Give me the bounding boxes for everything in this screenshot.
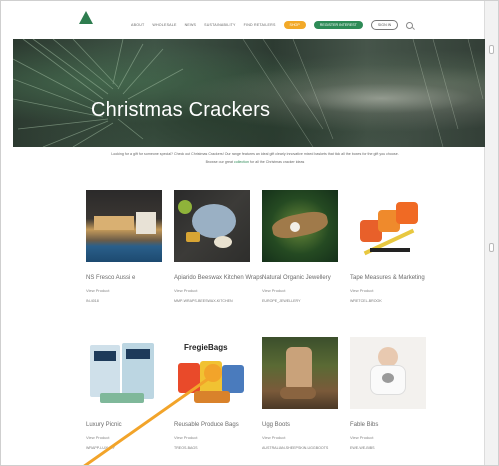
- product-image-tape-measures[interactable]: [350, 190, 426, 262]
- product-title[interactable]: NS Fresco Aussi e: [86, 275, 162, 282]
- product-tag[interactable]: View Product: [86, 288, 162, 293]
- product-title[interactable]: Tape Measures & Marketing: [350, 275, 426, 282]
- product-card[interactable]: NS Fresco Aussi e View Product IN-4018: [86, 190, 162, 303]
- product-card[interactable]: Natural Organic Jewellery View Product E…: [262, 190, 338, 303]
- product-ref: WRETCEL-BROOK: [350, 299, 382, 303]
- product-title[interactable]: Natural Organic Jewellery: [262, 275, 338, 282]
- product-ref: MMP-WRAPS-BEESWAX-KITCHEN: [174, 299, 233, 303]
- product-title[interactable]: Reusable Produce Bags: [174, 422, 250, 429]
- product-tag[interactable]: View Product: [262, 288, 338, 293]
- intro-line-2-start: Browse our great: [205, 160, 234, 164]
- pine-needles-image: [13, 39, 484, 147]
- brand-tree-logo[interactable]: [79, 11, 93, 24]
- browser-page: About Wholesale News Sustainability Find…: [0, 0, 499, 466]
- product-title[interactable]: Ugg Boots: [262, 422, 338, 429]
- register-interest-button[interactable]: Register Interest: [313, 21, 363, 29]
- nav-find-retailers[interactable]: Find Retailers: [244, 23, 276, 27]
- scroll-handle[interactable]: [489, 45, 494, 54]
- hero-banner: Christmas Crackers: [13, 39, 485, 147]
- scroll-handle[interactable]: [489, 243, 494, 252]
- nav-news[interactable]: News: [185, 23, 197, 27]
- page-title: Christmas Crackers: [91, 99, 271, 121]
- product-card[interactable]: Ugg Boots View Product AUSTRALIAN-SHEEPS…: [262, 337, 338, 450]
- product-title[interactable]: Fable Bibs: [350, 422, 426, 429]
- sign-in-button[interactable]: Sign In: [370, 20, 399, 30]
- product-tag[interactable]: View Product: [174, 435, 250, 440]
- top-nav: About Wholesale News Sustainability Find…: [131, 20, 414, 30]
- nav-sustainability[interactable]: Sustainability: [204, 23, 236, 27]
- product-tag[interactable]: View Product: [86, 435, 162, 440]
- product-image-ugg-boots[interactable]: [262, 337, 338, 409]
- search-icon[interactable]: [406, 21, 414, 29]
- product-image-produce-bags[interactable]: FregieBags: [174, 337, 250, 409]
- product-card[interactable]: Tape Measures & Marketing View Product W…: [350, 190, 426, 303]
- product-image-organic-jewellery[interactable]: [262, 190, 338, 262]
- product-image-luxury-picnic[interactable]: [86, 337, 162, 409]
- nav-about[interactable]: About: [131, 23, 144, 27]
- product-ref: EUROPE_JEWELLERY: [262, 299, 301, 303]
- product-ref: IN-4018: [86, 299, 99, 303]
- product-tag[interactable]: View Product: [174, 288, 250, 293]
- product-tag[interactable]: View Product: [350, 288, 426, 293]
- product-card[interactable]: Apiarido Beeswax Kitchen Wraps View Prod…: [174, 190, 263, 303]
- product-ref: WRAPP-LUXURY: [86, 446, 115, 450]
- product-title[interactable]: Apiarido Beeswax Kitchen Wraps: [174, 275, 263, 282]
- fregiebags-logo-text: FregieBags: [184, 343, 228, 352]
- collection-link[interactable]: collection: [234, 160, 249, 164]
- nav-wholesale[interactable]: Wholesale: [152, 23, 176, 27]
- product-card[interactable]: Luxury Picnic View Product WRAPP-LUXURY: [86, 337, 162, 450]
- product-ref: AUSTRALIAN-SHEEPSKIN-UGGBOOTS: [262, 446, 329, 450]
- shop-button[interactable]: Shop: [283, 21, 306, 29]
- product-ref: TREOS-BAGS: [174, 446, 198, 450]
- product-title[interactable]: Luxury Picnic: [86, 422, 162, 429]
- product-tag[interactable]: View Product: [350, 435, 426, 440]
- intro-line-2-tail: for all the Christmas cracker ideas: [250, 160, 305, 164]
- intro-text: Looking for a gift for someone special? …: [65, 150, 445, 166]
- product-ref: EWE-WE-BIBS: [350, 446, 375, 450]
- product-card[interactable]: Fable Bibs View Product EWE-WE-BIBS: [350, 337, 426, 450]
- scrollbar[interactable]: [484, 1, 498, 465]
- product-image-beeswax-wraps[interactable]: [174, 190, 250, 262]
- product-card[interactable]: FregieBags Reusable Produce Bags View Pr…: [174, 337, 250, 450]
- product-image-fable-bibs[interactable]: [350, 337, 426, 409]
- intro-line-2: Browse our great collection for all the …: [65, 158, 445, 166]
- intro-line-1: Looking for a gift for someone special? …: [111, 152, 399, 156]
- product-tag[interactable]: View Product: [262, 435, 338, 440]
- fregiebags-logo: FregieBags: [184, 343, 228, 352]
- product-image-pool-house[interactable]: [86, 190, 162, 262]
